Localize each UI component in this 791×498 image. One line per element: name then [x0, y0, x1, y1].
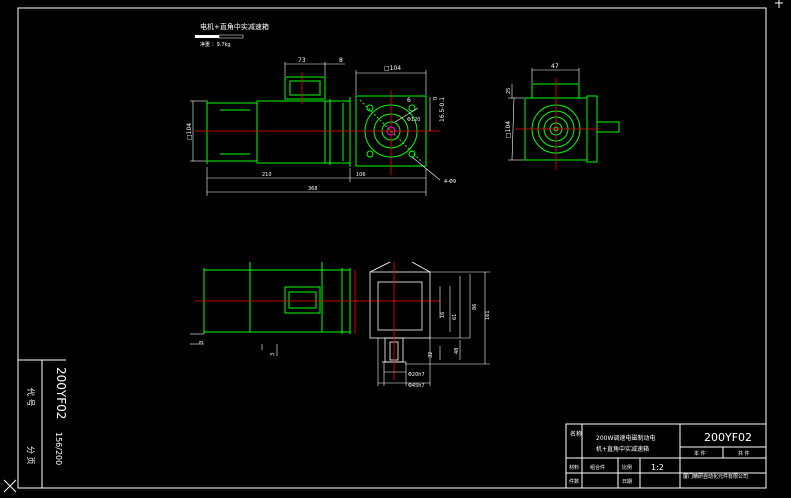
bottom-dimensions: [190, 271, 490, 386]
cad-drawing: 电机+直角中实减速箱 净重 ：9.7kg 73 8 □104 □104 0 16…: [3, 0, 783, 493]
dim-3b: 3: [270, 353, 276, 356]
dim-phi120: Φ120: [407, 117, 420, 123]
bottom-gearbox: [369, 261, 431, 363]
dim-73: 73: [298, 57, 306, 64]
crosshair-cursor-icon: [3, 0, 783, 493]
dim-8: 8: [339, 57, 343, 64]
side-view: 47 25 □104: [505, 63, 620, 170]
dim-6: 6: [407, 97, 411, 104]
dim-161: 161: [485, 310, 491, 320]
dim-4-phi9: 4-Φ9: [444, 179, 456, 185]
material-label: 材料: [569, 464, 579, 471]
dim-square-104-side: □104: [505, 121, 512, 138]
header-title: 电机+直角中实减速箱: [200, 22, 269, 31]
dim-phi20: Φ20h7: [408, 372, 425, 378]
company-name: 厦门精研自动化元件有限公司: [683, 473, 748, 480]
dim-86: 86: [472, 304, 478, 310]
ratio-value: 1:2: [651, 463, 664, 472]
front-motor-body: [206, 76, 351, 167]
ratio-label: 比例: [622, 464, 632, 471]
dim-25: 25: [506, 88, 512, 94]
dim-square-104-top: □104: [384, 65, 401, 72]
dim-16-5: 16.5-0.1: [439, 97, 446, 122]
page-label: 分 页: [26, 446, 35, 465]
front-view: 73 8 □104 □104 0 16.5-0.1 6 Φ120 4-Φ9 21…: [186, 57, 456, 196]
side-dimensions: [508, 68, 580, 161]
name-value-line1: 200W调速电磁制动电: [596, 434, 655, 442]
side-label-block: 200YF02 代 号 156/200 分 页: [26, 367, 68, 465]
front-dimensions: [190, 62, 441, 196]
dim-3: 3: [199, 341, 205, 344]
front-centerlines: [195, 72, 440, 175]
scale-bar: [195, 35, 219, 38]
title-block: 名称 200W调速电磁制动电 机+直角中实减速箱 200YF02 本 件 共 件…: [565, 423, 767, 489]
bottom-view: 3 3 16 61 86 161 32 48 Φ20h7 Φ45h7: [190, 261, 491, 389]
dim-48: 48: [454, 348, 460, 354]
drawing-number: 200YF02: [704, 431, 752, 444]
drawing-code-rotated: 200YF02: [54, 367, 68, 419]
dim-210: 210: [262, 172, 272, 178]
bottom-dim-labels: 3 3 16 61 86 161 32 48 Φ20h7 Φ45h7: [199, 304, 491, 389]
dim-phi45: Φ45h7: [408, 383, 425, 389]
drawing-header: 电机+直角中实减速箱 净重 ：9.7kg: [195, 22, 269, 48]
dim-square-104-left: □104: [186, 123, 193, 140]
dim-16: 16: [440, 312, 446, 318]
pieces-label: 件数: [569, 478, 579, 485]
header-weight: 净重 ：9.7kg: [200, 41, 231, 48]
dim-32: 32: [428, 352, 434, 358]
name-value-line2: 机+直角中实减速箱: [596, 445, 649, 453]
date-label: 日期: [622, 479, 632, 485]
this-piece-label: 本 件: [694, 450, 706, 457]
assembly-label: 组合件: [590, 464, 605, 471]
bottom-motor-body: [203, 262, 351, 334]
name-label: 名称: [570, 430, 582, 438]
dim-368: 368: [308, 186, 318, 192]
dim-106: 106: [356, 172, 366, 178]
page-number-rotated: 156/200: [54, 432, 63, 465]
drawing-code-label: 代 号: [26, 388, 36, 407]
total-piece-label: 共 件: [738, 450, 750, 457]
side-gearbox: [524, 83, 620, 163]
drawing-frame: [17, 7, 767, 489]
dim-47: 47: [551, 63, 559, 70]
scale-bar-empty: [218, 34, 244, 39]
dim-61: 61: [452, 314, 458, 320]
